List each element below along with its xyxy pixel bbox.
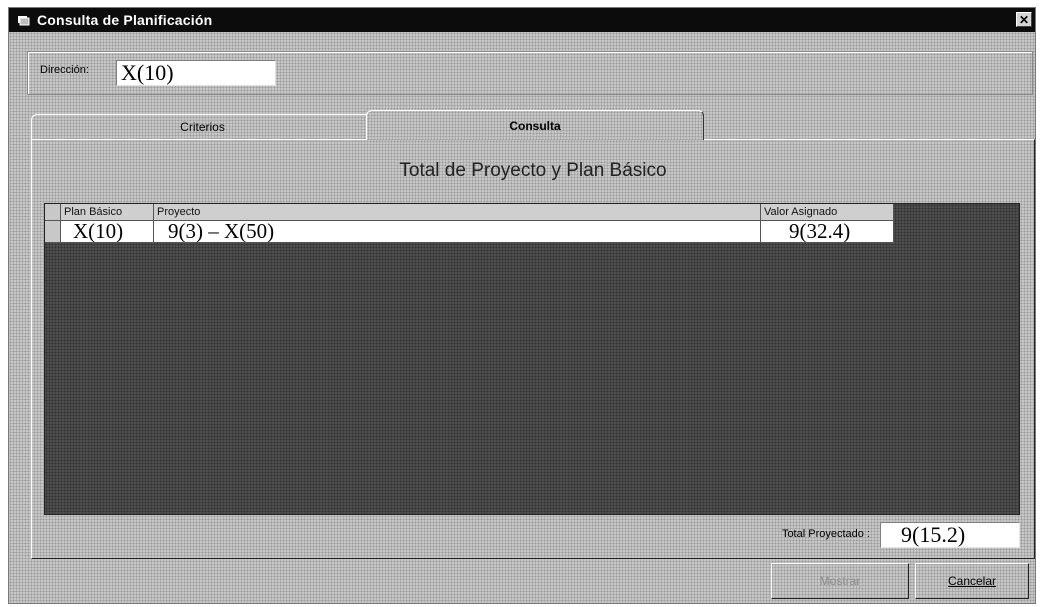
grid-header: Plan Básico Proyecto Valor Asignado: [45, 204, 894, 221]
tab-criterios-label: Criterios: [180, 120, 225, 134]
consulta-panel: Total de Proyecto y Plan Básico Plan Bás…: [31, 139, 1035, 559]
row-selector-header: [45, 204, 61, 221]
consulta-planificacion-window: Consulta de Planificación ✕ Dirección: X…: [8, 7, 1036, 604]
window-title: Consulta de Planificación: [37, 12, 213, 28]
direccion-frame: Dirección: X(10): [27, 51, 1033, 95]
cell-valor-asignado[interactable]: 9(32.4): [761, 221, 894, 243]
row-selector[interactable]: [45, 221, 61, 243]
tab-consulta[interactable]: Consulta: [366, 110, 704, 140]
tab-criterios[interactable]: Criterios: [31, 114, 374, 139]
mostrar-button[interactable]: Mostrar: [771, 563, 909, 599]
cancelar-button[interactable]: Cancelar: [915, 563, 1029, 599]
column-header-proyecto[interactable]: Proyecto: [154, 204, 761, 221]
total-proyectado-label: Total Proyectado :: [781, 528, 870, 540]
direccion-field[interactable]: X(10): [116, 60, 276, 86]
cell-proyecto[interactable]: 9(3) – X(50): [154, 221, 761, 243]
total-proyectado-field: 9(15.2): [880, 522, 1020, 548]
table-row[interactable]: X(10) 9(3) – X(50) 9(32.4): [45, 221, 894, 243]
results-grid[interactable]: Plan Básico Proyecto Valor Asignado X(10…: [44, 203, 1020, 515]
tab-consulta-label: Consulta: [509, 118, 561, 133]
column-header-valor-asignado[interactable]: Valor Asignado: [761, 204, 894, 221]
panel-title: Total de Proyecto y Plan Básico: [399, 160, 667, 181]
column-header-plan-basico[interactable]: Plan Básico: [61, 204, 154, 221]
close-button[interactable]: ✕: [1016, 12, 1032, 27]
direccion-label: Dirección:: [40, 64, 89, 76]
title-bar: Consulta de Planificación ✕: [9, 8, 1035, 32]
app-icon: [15, 12, 33, 28]
cell-plan-basico[interactable]: X(10): [61, 221, 154, 243]
